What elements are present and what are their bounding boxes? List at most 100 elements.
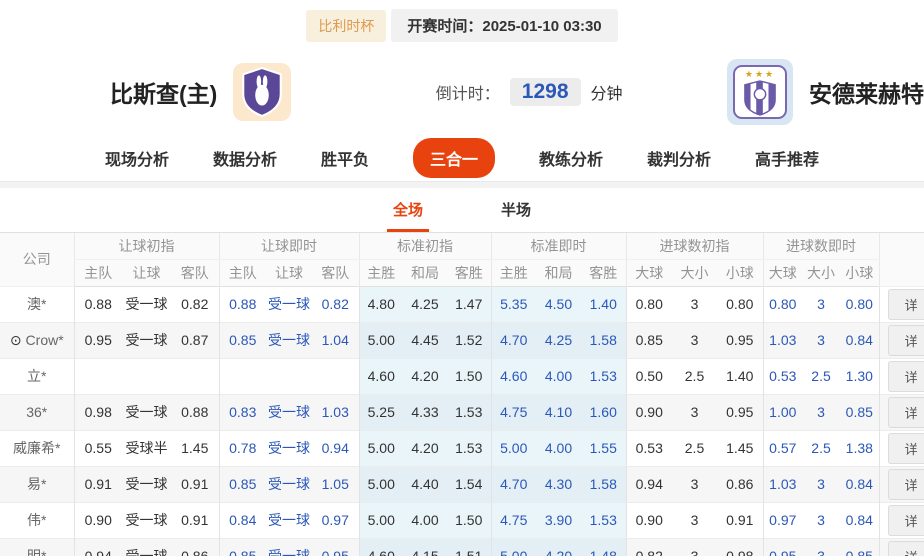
odds-cell: 1.05	[312, 466, 359, 502]
odds-cell: 1.03	[312, 394, 359, 430]
odds-cell: 5.35	[491, 286, 536, 322]
odds-cell: 0.86	[171, 538, 219, 556]
odds-cell: 受一球	[122, 538, 171, 556]
odds-cell: 0.97	[763, 502, 802, 538]
detail-cell: 详	[879, 538, 924, 556]
odds-cell: 1.60	[581, 394, 626, 430]
detail-button[interactable]: 详	[888, 505, 924, 536]
nav-tab-1[interactable]: 现场分析	[105, 146, 169, 170]
odds-cell	[122, 358, 171, 394]
odds-cell: 1.50	[447, 358, 491, 394]
odds-cell: 3	[672, 502, 717, 538]
odds-cell: 1.00	[763, 394, 802, 430]
nav-tab-3[interactable]: 胜平负	[321, 146, 369, 170]
odds-cell: 4.75	[491, 394, 536, 430]
company-cell: 明*	[0, 538, 74, 556]
odds-cell: 1.48	[581, 538, 626, 556]
company-cell: 伟*	[0, 502, 74, 538]
odds-cell: 1.58	[581, 322, 626, 358]
odds-cell	[312, 358, 359, 394]
odds-cell: 0.98	[74, 394, 122, 430]
odds-cell: 0.95	[763, 538, 802, 556]
odds-cell: 受球半	[122, 430, 171, 466]
detail-button[interactable]: 详	[888, 469, 924, 500]
odds-cell: 1.03	[763, 322, 802, 358]
odds-cell: 2.5	[802, 358, 840, 394]
odds-cell: 0.57	[763, 430, 802, 466]
group-header: 进球数初指	[626, 233, 763, 259]
odds-row: 澳*0.88受一球0.820.88受一球0.824.804.251.475.35…	[0, 286, 924, 322]
sub-header: 主队	[74, 259, 122, 286]
odds-cell: 受一球	[266, 394, 312, 430]
away-team-name: 安德莱赫特	[809, 75, 924, 109]
stars-icon: ★★★	[745, 70, 775, 79]
detail-cell: 详	[879, 502, 924, 538]
odds-cell: 4.10	[536, 394, 581, 430]
nav-tab-6[interactable]: 裁判分析	[647, 146, 711, 170]
home-team-name: 比斯查(主)	[110, 75, 217, 109]
odds-cell: 0.88	[219, 286, 266, 322]
odds-cell: 0.94	[74, 538, 122, 556]
nav-tab-4[interactable]: 三合一	[413, 138, 495, 178]
odds-cell: 3	[672, 322, 717, 358]
odds-cell: 0.50	[626, 358, 672, 394]
odds-cell: 0.82	[171, 286, 219, 322]
odds-cell: 1.45	[171, 430, 219, 466]
odds-cell: 4.00	[536, 358, 581, 394]
subtab-2[interactable]: 半场	[495, 199, 537, 232]
odds-cell: 0.91	[171, 466, 219, 502]
company-name: 明*	[27, 548, 46, 556]
odds-cell: 0.55	[74, 430, 122, 466]
group-header: 让球初指	[74, 233, 219, 259]
company-name: 澳*	[27, 296, 46, 312]
odds-row: 36*0.98受一球0.880.83受一球1.035.254.331.534.7…	[0, 394, 924, 430]
odds-cell: 4.70	[491, 466, 536, 502]
odds-cell: 0.91	[717, 502, 763, 538]
odds-cell: 0.88	[171, 394, 219, 430]
odds-cell: 受一球	[266, 502, 312, 538]
league-badge[interactable]: 比利时杯	[306, 10, 386, 42]
detail-cell: 详	[879, 322, 924, 358]
odds-cell: 5.00	[359, 502, 403, 538]
odds-cell: 4.60	[359, 358, 403, 394]
odds-cell: 0.84	[219, 502, 266, 538]
odds-cell: 0.90	[74, 502, 122, 538]
odds-cell: 4.00	[403, 502, 447, 538]
odds-cell: 1.38	[840, 430, 879, 466]
nav-tab-5[interactable]: 教练分析	[539, 146, 603, 170]
odds-cell: 0.80	[840, 286, 879, 322]
odds-cell: 1.53	[447, 430, 491, 466]
odds-cell: 0.86	[717, 466, 763, 502]
odds-cell: 0.91	[171, 502, 219, 538]
detail-button[interactable]: 详	[888, 325, 924, 356]
nav-tab-2[interactable]: 数据分析	[213, 146, 277, 170]
company-cell: 立*	[0, 358, 74, 394]
company-column-header: 公司	[0, 233, 74, 286]
odds-cell: 4.40	[403, 466, 447, 502]
odds-cell: 1.04	[312, 322, 359, 358]
odds-cell: 5.00	[491, 538, 536, 556]
detail-button[interactable]: 详	[888, 361, 924, 392]
sub-header: 小球	[840, 259, 879, 286]
odds-cell: 0.90	[626, 394, 672, 430]
detail-button[interactable]: 详	[888, 541, 924, 556]
odds-cell: 3	[802, 394, 840, 430]
odds-row: 易*0.91受一球0.910.85受一球1.055.004.401.544.70…	[0, 466, 924, 502]
soccer-ball-icon: ⊙	[10, 332, 22, 348]
detail-button[interactable]: 详	[888, 289, 924, 320]
detail-button[interactable]: 详	[888, 397, 924, 428]
match-header: 比斯查(主) 倒计时： 1298 分钟 ★★★	[0, 56, 924, 128]
odds-cell: 1.40	[717, 358, 763, 394]
odds-cell: 4.15	[403, 538, 447, 556]
odds-cell: 3	[802, 286, 840, 322]
nav-tab-7[interactable]: 高手推荐	[755, 146, 819, 170]
subtab-1[interactable]: 全场	[387, 199, 429, 232]
odds-cell: 5.00	[359, 322, 403, 358]
sub-header: 小球	[717, 259, 763, 286]
odds-row: 立*4.604.201.504.604.001.530.502.51.400.5…	[0, 358, 924, 394]
odds-cell: 4.60	[491, 358, 536, 394]
odds-row: 威廉希*0.55受球半1.450.78受一球0.945.004.201.535.…	[0, 430, 924, 466]
sub-header: 客胜	[581, 259, 626, 286]
odds-comparison-page: 比利时杯 开赛时间：2025-01-10 03:30 比斯查(主) 倒计时： 1…	[0, 0, 924, 556]
detail-button[interactable]: 详	[888, 433, 924, 464]
